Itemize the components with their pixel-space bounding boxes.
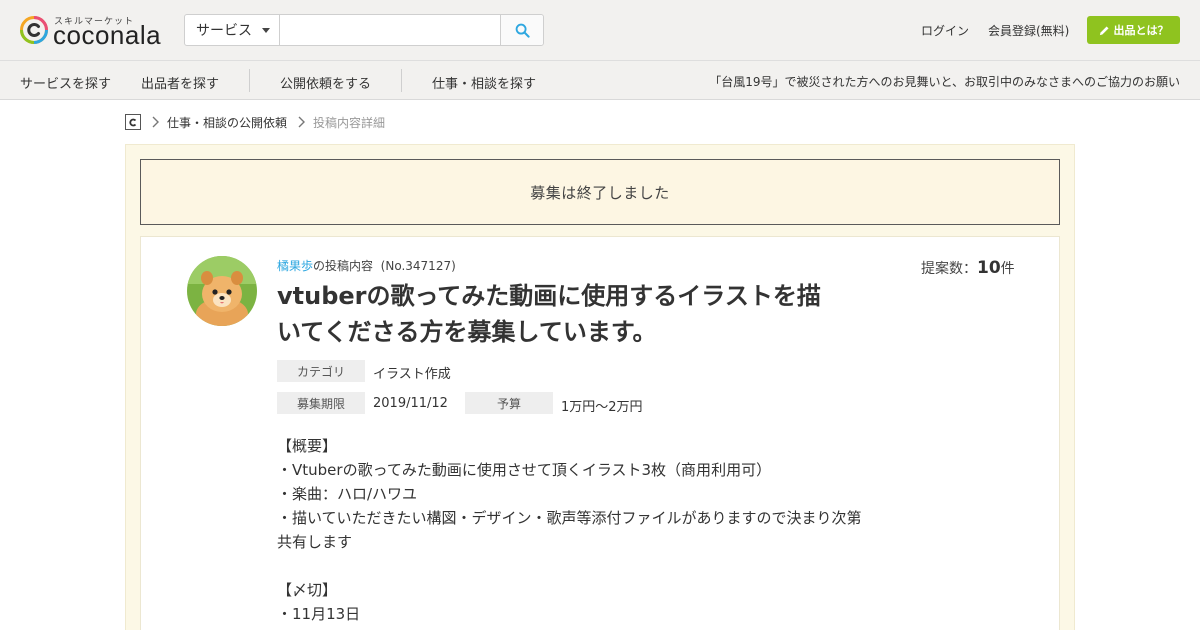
description-line: ・11月13日 xyxy=(277,605,361,623)
deadline-heading: 【〆切】 xyxy=(277,581,338,599)
proposal-count: 提案数：10件 xyxy=(921,258,1015,278)
breadcrumb: 仕事・相談の公開依頼 投稿内容詳細 xyxy=(125,114,385,130)
post-number: (No.347127) xyxy=(380,259,456,273)
proposal-number: 10 xyxy=(977,258,1001,278)
category-label: カテゴリ xyxy=(277,360,365,382)
chevron-right-icon xyxy=(152,116,159,128)
description-line: ・楽曲：ハロ/ハワユ xyxy=(277,485,418,503)
author-link[interactable]: 橘果歩 xyxy=(277,259,313,273)
home-icon[interactable] xyxy=(125,114,141,130)
overview-heading: 【概要】 xyxy=(277,437,338,455)
coconala-logo[interactable]: スキルマーケット coconala xyxy=(20,14,162,50)
logo-wordmark: coconala xyxy=(53,20,162,50)
search-category-label: サービス xyxy=(196,23,252,39)
avatar[interactable] xyxy=(187,256,257,326)
description-line: ・描いていただきたい構図・デザイン・歌声等添付ファイルがありますので決まり次第 xyxy=(277,509,862,527)
poster-avatar-image xyxy=(187,256,257,326)
login-link[interactable]: ログイン xyxy=(921,22,969,39)
chevron-right-icon xyxy=(298,116,306,128)
deadline-value: 2019/11/12 xyxy=(373,396,448,411)
typhoon-notice-link[interactable]: 「台風19号」で被災された方へのお見舞いと、お取引中のみなさまへのご協力のお願い xyxy=(709,73,1180,90)
breadcrumb-public-requests[interactable]: 仕事・相談の公開依頼 xyxy=(167,114,287,131)
recruitment-closed-banner: 募集は終了しました xyxy=(140,159,1060,225)
budget-label: 予算 xyxy=(465,392,553,414)
nav-post-request[interactable]: 公開依頼をする xyxy=(280,73,371,92)
post-meta: 橘果歩の投稿内容 (No.347127) xyxy=(277,257,456,274)
breadcrumb-current: 投稿内容詳細 xyxy=(313,115,386,130)
search-input[interactable] xyxy=(281,15,501,45)
sell-about-button[interactable]: 出品とは？ xyxy=(1087,16,1180,44)
category-value: イラスト作成 xyxy=(373,367,451,382)
author-suffix: の投稿内容 xyxy=(313,259,374,273)
closed-message: 募集は終了しました xyxy=(530,183,670,202)
nav-find-services[interactable]: サービスを探す xyxy=(20,73,111,92)
search-category-select[interactable]: サービス xyxy=(185,15,280,45)
proposal-label: 提案数： xyxy=(921,261,977,277)
nav-divider xyxy=(401,69,402,92)
proposal-unit: 件 xyxy=(1000,261,1015,277)
header: スキルマーケット coconala サービス ログイン 会員登録(無料) 出品と… xyxy=(0,0,1200,61)
nav-find-jobs[interactable]: 仕事・相談を探す xyxy=(432,73,536,92)
sub-navigation: サービスを探す 出品者を探す 公開依頼をする 仕事・相談を探す 「台風19号」で… xyxy=(0,61,1200,100)
search-icon xyxy=(515,23,530,38)
search-bar: サービス xyxy=(184,14,544,46)
sell-about-label: 出品とは？ xyxy=(1113,24,1169,37)
post-description: 【概要】 ・Vtuberの歌ってみた動画に使用させて頂くイラスト3枚（商用利用可… xyxy=(277,434,917,626)
search-button[interactable] xyxy=(500,15,543,45)
logo-mark-icon xyxy=(20,16,48,44)
pencil-icon xyxy=(1099,25,1109,35)
register-link[interactable]: 会員登録(無料) xyxy=(988,22,1069,39)
post-title: vtuberの歌ってみた動画に使用するイラストを描いてくださる方を募集しています… xyxy=(277,282,821,346)
description-line: 共有します xyxy=(277,533,353,551)
nav-find-sellers[interactable]: 出品者を探す xyxy=(141,73,219,92)
deadline-label: 募集期限 xyxy=(277,392,365,414)
description-line: ・Vtuberの歌ってみた動画に使用させて頂くイラスト3枚（商用利用可） xyxy=(277,461,772,479)
budget-value: 1万円〜2万円 xyxy=(561,400,643,415)
nav-divider xyxy=(249,69,250,92)
caret-down-icon xyxy=(262,28,270,33)
